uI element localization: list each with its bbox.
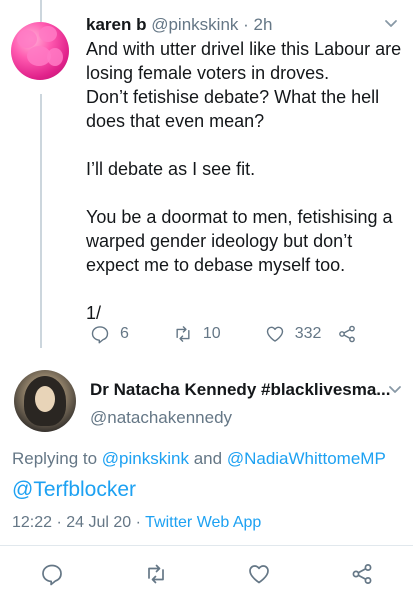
source-link[interactable]: Twitter Web App: [145, 514, 261, 531]
reply-icon[interactable]: [40, 562, 64, 586]
replying-to-user-link[interactable]: @pinkskink: [102, 449, 189, 468]
replying-to-and: and: [193, 449, 223, 468]
tweet[interactable]: karen b @pinkskink · 2h And with utter d…: [86, 14, 406, 325]
tweet-actions: 6 10 332: [86, 322, 386, 346]
share-icon: [339, 325, 356, 343]
replying-to-user-link[interactable]: @NadiaWhittomeMP: [227, 449, 386, 468]
tweet-header: karen b @pinkskink · 2h: [86, 14, 406, 36]
avatar[interactable]: [14, 370, 76, 432]
reply-button[interactable]: 6: [90, 324, 129, 344]
tweet-time: · 2h: [243, 15, 273, 34]
share-icon[interactable]: [350, 562, 374, 586]
replying-to: Replying to @pinkskink and @NadiaWhittom…: [12, 449, 386, 469]
retweet-icon[interactable]: [144, 562, 168, 586]
thread-line-top: [40, 0, 42, 22]
like-count: 332: [294, 325, 322, 342]
chevron-down-icon[interactable]: [388, 382, 402, 396]
retweet-count: 10: [202, 325, 221, 342]
heart-icon: [266, 326, 283, 342]
like-button[interactable]: 332: [265, 324, 322, 344]
reply-icon: [91, 326, 109, 344]
thread-line: [40, 94, 42, 348]
retweet-button[interactable]: 10: [173, 324, 221, 344]
tweet-text-mention[interactable]: @Terfblocker: [12, 478, 136, 502]
heart-icon[interactable]: [247, 562, 271, 586]
reply-count: 6: [120, 325, 129, 342]
share-button[interactable]: [337, 324, 357, 344]
tweet-actions-bar: [0, 562, 413, 590]
timestamp[interactable]: 12:22 · 24 Jul 20 ·: [12, 514, 141, 531]
chevron-down-icon[interactable]: [384, 16, 398, 30]
author-handle[interactable]: @natachakennedy: [90, 408, 232, 428]
author-handle[interactable]: @pinkskink: [151, 15, 238, 34]
tweet-text: And with utter drivel like this Labour a…: [86, 39, 402, 323]
author-name[interactable]: karen b: [86, 15, 146, 34]
divider: [0, 545, 413, 546]
avatar[interactable]: [11, 22, 69, 80]
retweet-icon: [176, 326, 190, 342]
replying-to-label: Replying to: [12, 449, 98, 468]
tweet-meta: 12:22 · 24 Jul 20 · Twitter Web App: [12, 514, 261, 532]
author-name[interactable]: Dr Natacha Kennedy #blacklivesma...: [90, 380, 390, 400]
